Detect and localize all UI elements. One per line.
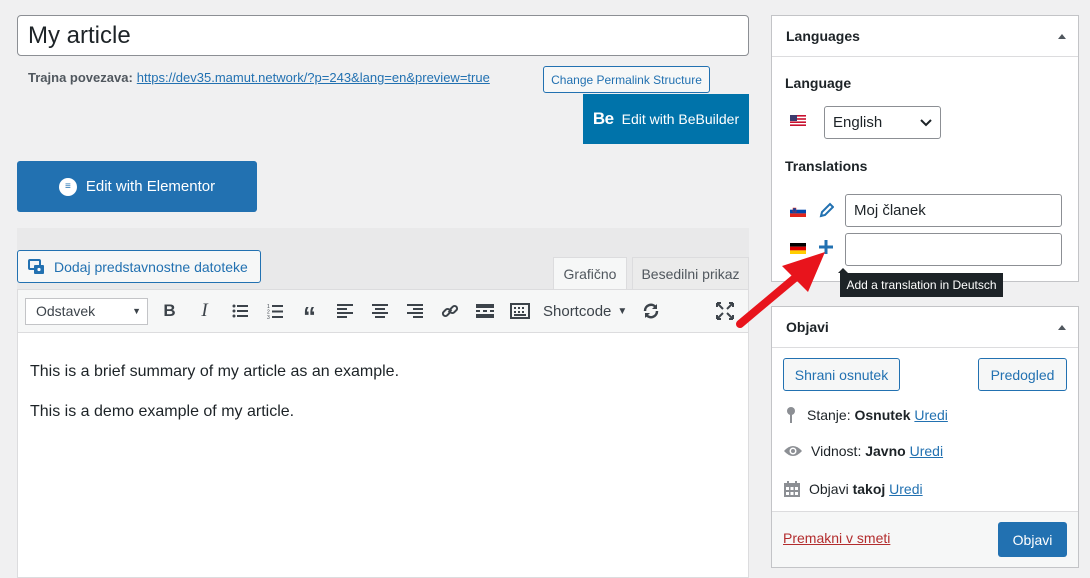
editor-toolbar: Odstavek ▼ B I 123 “ Shortcode ▼ (17, 289, 749, 333)
eye-icon (784, 446, 802, 456)
translations-label: Translations (785, 158, 868, 174)
language-select[interactable]: English (824, 106, 941, 139)
link-icon[interactable] (432, 296, 467, 326)
elementor-label: Edit with Elementor (85, 178, 216, 195)
shortcode-label: Shortcode (543, 302, 612, 320)
shortcode-dropdown[interactable]: Shortcode ▼ (537, 303, 633, 320)
align-left-icon[interactable] (327, 296, 362, 326)
chevron-down-icon: ▼ (132, 306, 141, 316)
bebuilder-label: Edit with BeBuilder (621, 111, 740, 127)
bebuilder-logo-icon: Be (592, 109, 614, 128)
permalink-link[interactable]: https://dev35.mamut.network/?p=243&lang=… (137, 70, 490, 85)
edit-pencil-icon[interactable] (818, 201, 835, 222)
bold-icon[interactable]: B (152, 296, 187, 326)
tab-visual[interactable]: Grafično (553, 257, 627, 290)
languages-panel-title: Languages (786, 28, 860, 44)
permalink-row: Trajna povezava: https://dev35.mamut.netw… (28, 70, 490, 85)
align-center-icon[interactable] (362, 296, 397, 326)
align-right-icon[interactable] (397, 296, 432, 326)
svg-text:3: 3 (267, 315, 270, 319)
slovenian-flag-icon (790, 205, 806, 217)
add-media-icon (28, 258, 44, 274)
publish-panel-header[interactable]: Objavi (772, 307, 1078, 348)
translation-input-sl[interactable]: Moj članek (845, 194, 1062, 227)
refresh-icon[interactable] (633, 296, 668, 326)
editor-content[interactable]: This is a brief summary of my article as… (17, 333, 749, 578)
format-select[interactable]: Odstavek ▼ (25, 297, 148, 325)
schedule-row: Objavi takoj Uredi (783, 480, 923, 498)
calendar-icon (784, 481, 800, 497)
format-select-value: Odstavek (36, 303, 96, 319)
edit-schedule-link[interactable]: Uredi (889, 481, 922, 497)
language-label: Language (785, 75, 852, 91)
status-row: Stanje: Osnutek Uredi (783, 406, 948, 424)
caret-down-icon: ▼ (617, 305, 628, 317)
permalink-label: Trajna povezava: (28, 70, 133, 85)
languages-panel-header[interactable]: Languages (772, 16, 1078, 57)
italic-icon[interactable]: I (187, 296, 222, 326)
translation-tooltip: Add a translation in Deutsch (838, 268, 1003, 297)
us-flag-icon (790, 114, 806, 126)
content-paragraph: This is a demo example of my article. (30, 403, 295, 420)
edit-status-link[interactable]: Uredi (914, 407, 947, 423)
chevron-down-icon (920, 118, 932, 126)
edit-with-elementor-button[interactable]: ≡ Edit with Elementor (17, 161, 257, 212)
post-title-input[interactable]: My article (17, 15, 749, 56)
publish-panel-title: Objavi (786, 319, 829, 335)
translation-input-de[interactable] (845, 233, 1062, 266)
language-select-value: English (833, 114, 883, 131)
numbered-list-icon[interactable]: 123 (257, 296, 292, 326)
schedule-label: Objavi (809, 481, 849, 497)
elementor-icon: ≡ (58, 177, 77, 196)
bullet-list-icon[interactable] (222, 296, 257, 326)
publish-button[interactable]: Objavi (998, 522, 1067, 557)
pin-icon (787, 407, 795, 423)
content-paragraph: This is a brief summary of my article as… (30, 363, 400, 380)
edit-visibility-link[interactable]: Uredi (910, 443, 943, 459)
preview-button[interactable]: Predogled (978, 358, 1067, 391)
visibility-row: Vidnost: Javno Uredi (783, 443, 943, 459)
collapse-caret-icon[interactable] (1058, 324, 1066, 330)
visibility-value: Javno (865, 443, 906, 459)
status-value: Osnutek (854, 407, 911, 423)
collapse-caret-icon[interactable] (1058, 33, 1066, 39)
blockquote-icon[interactable]: “ (292, 296, 327, 331)
edit-with-bebuilder-button[interactable]: Be Edit with BeBuilder (583, 94, 749, 144)
add-media-label: Dodaj predstavnostne datoteke (54, 258, 248, 275)
schedule-value: takoj (852, 481, 886, 497)
toolbar-toggle-icon[interactable] (502, 296, 537, 326)
save-draft-button[interactable]: Shrani osnutek (783, 358, 900, 391)
change-permalink-button[interactable]: Change Permalink Structure (543, 66, 710, 93)
move-to-trash-link[interactable]: Premakni v smeti (783, 530, 890, 546)
status-label: Stanje: (807, 407, 851, 423)
add-media-button[interactable]: Dodaj predstavnostne datoteke (17, 250, 261, 283)
read-more-icon[interactable] (467, 296, 502, 326)
visibility-label: Vidnost: (811, 443, 862, 459)
